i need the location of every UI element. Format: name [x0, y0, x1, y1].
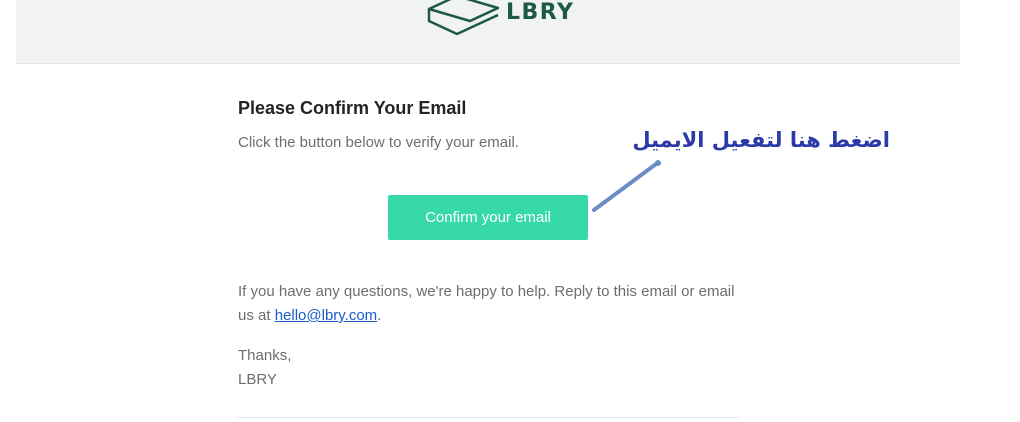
logo-text: LBRY	[506, 0, 575, 25]
signoff: Thanks, LBRY	[238, 344, 291, 392]
confirm-email-button[interactable]: Confirm your email	[388, 195, 588, 240]
email-title: Please Confirm Your Email	[238, 98, 467, 118]
email-header: LBRY	[16, 0, 960, 64]
signoff-name: LBRY	[238, 371, 277, 388]
arabic-annotation: اضغط هنا لتفعيل الايميل	[632, 128, 890, 152]
arrow-icon	[592, 160, 661, 212]
signoff-thanks: Thanks,	[238, 347, 292, 364]
footer-divider	[238, 417, 738, 418]
lbry-logo: LBRY	[426, 0, 574, 36]
help-paragraph: If you have any questions, we're happy t…	[238, 280, 738, 328]
help-email-link[interactable]: hello@lbry.com	[275, 307, 377, 324]
help-text-suffix: .	[377, 307, 382, 324]
lbry-logo-icon	[427, 0, 500, 36]
